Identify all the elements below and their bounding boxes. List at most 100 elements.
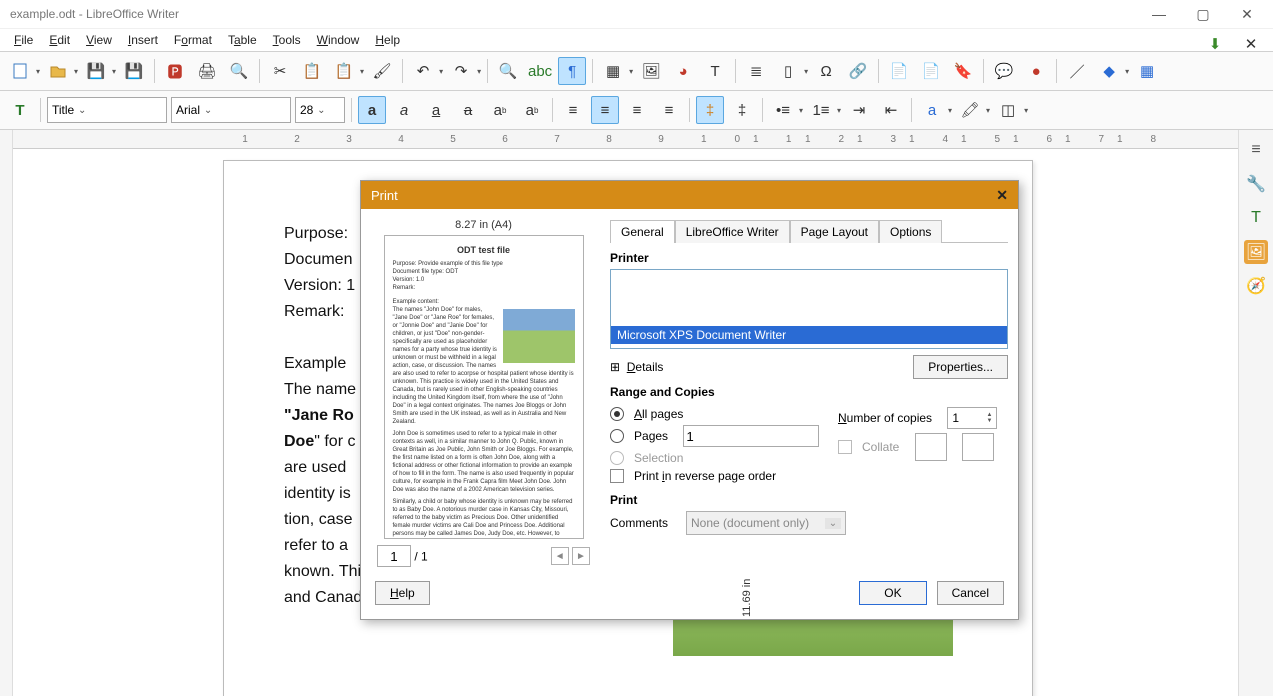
font-name-select[interactable]: Arial⌄ xyxy=(171,97,291,123)
new-drop[interactable]: ▾ xyxy=(36,67,40,76)
superscript-icon[interactable]: ab xyxy=(486,96,514,124)
find-icon[interactable]: 🔍 xyxy=(494,57,522,85)
properties-button[interactable]: Properties... xyxy=(913,355,1008,379)
draw-functions-icon[interactable]: ▦ xyxy=(1133,57,1161,85)
sidebar-navigator-icon[interactable]: 🧭 xyxy=(1244,274,1268,298)
highlight-icon[interactable]: 🖍 xyxy=(956,96,984,124)
field-drop[interactable]: ▾ xyxy=(804,67,808,76)
font-size-select[interactable]: 28⌄ xyxy=(295,97,345,123)
preview-prev-button[interactable]: ◄ xyxy=(551,547,569,565)
sidebar-properties-icon[interactable]: 🔧 xyxy=(1244,172,1268,196)
maximize-button[interactable]: ▢ xyxy=(1181,6,1225,23)
ok-button[interactable]: OK xyxy=(859,581,926,605)
bullet-list-icon[interactable]: •≡ xyxy=(769,96,797,124)
new-icon[interactable] xyxy=(6,57,34,85)
increase-indent-icon[interactable]: ⇥ xyxy=(845,96,873,124)
close-button[interactable]: ✕ xyxy=(1225,6,1269,23)
printer-list[interactable]: Microsoft XPS Document Writer xyxy=(610,269,1008,349)
copies-spinner[interactable]: 1▲▼ xyxy=(947,407,997,429)
radio-pages[interactable] xyxy=(610,429,624,443)
decrease-indent-icon[interactable]: ⇤ xyxy=(877,96,905,124)
menu-window[interactable]: Window xyxy=(309,31,368,49)
tab-page-layout[interactable]: Page Layout xyxy=(790,220,879,243)
font-color-icon[interactable]: a xyxy=(918,96,946,124)
dialog-close-button[interactable]: ✕ xyxy=(996,187,1008,204)
cancel-button[interactable]: Cancel xyxy=(937,581,1004,605)
insert-footnote-icon[interactable]: 📄 xyxy=(885,57,913,85)
open-drop[interactable]: ▾ xyxy=(74,67,78,76)
undo-icon[interactable]: ↶ xyxy=(409,57,437,85)
bold-icon[interactable]: a xyxy=(358,96,386,124)
insert-field-icon[interactable]: ▯ xyxy=(774,57,802,85)
menu-tools[interactable]: Tools xyxy=(265,31,309,49)
preview-next-button[interactable]: ► xyxy=(572,547,590,565)
print-preview-icon[interactable]: 🔍 xyxy=(225,57,253,85)
paste-drop[interactable]: ▾ xyxy=(360,67,364,76)
insert-comment-icon[interactable]: 💬 xyxy=(990,57,1018,85)
line-spacing-icon[interactable]: ‡ xyxy=(696,96,724,124)
undo-drop[interactable]: ▾ xyxy=(439,67,443,76)
bullet-drop[interactable]: ▾ xyxy=(799,106,803,115)
subscript-icon[interactable]: ab xyxy=(518,96,546,124)
paste-icon[interactable]: 📋 xyxy=(330,57,358,85)
clear-drop[interactable]: ▾ xyxy=(1024,106,1028,115)
number-drop[interactable]: ▾ xyxy=(837,106,841,115)
align-center-icon[interactable]: ≡ xyxy=(591,96,619,124)
paragraph-style-select[interactable]: Title⌄ xyxy=(47,97,167,123)
open-icon[interactable] xyxy=(44,57,72,85)
page-number-input[interactable] xyxy=(377,545,411,567)
align-right-icon[interactable]: ≡ xyxy=(623,96,651,124)
formatting-marks-icon[interactable]: ¶ xyxy=(558,57,586,85)
save-drop[interactable]: ▾ xyxy=(112,67,116,76)
tab-options[interactable]: Options xyxy=(879,220,942,243)
underline-icon[interactable]: a xyxy=(422,96,450,124)
table-grid-icon[interactable]: ▦ xyxy=(599,57,627,85)
redo-drop[interactable]: ▾ xyxy=(477,67,481,76)
line-icon[interactable]: ／ xyxy=(1063,57,1091,85)
redo-icon[interactable]: ↷ xyxy=(447,57,475,85)
insert-bookmark-icon[interactable]: 🔖 xyxy=(949,57,977,85)
menu-table[interactable]: Table xyxy=(220,31,265,49)
paragraph-spacing-icon[interactable]: ‡ xyxy=(728,96,756,124)
menu-insert[interactable]: Insert xyxy=(120,31,166,49)
number-list-icon[interactable]: 1≡ xyxy=(807,96,835,124)
basic-shapes-icon[interactable]: ◆ xyxy=(1095,57,1123,85)
insert-image-icon[interactable]: 🖼 xyxy=(637,57,665,85)
shapes-drop[interactable]: ▾ xyxy=(1125,67,1129,76)
insert-symbol-icon[interactable]: Ω xyxy=(812,57,840,85)
details-expander[interactable]: ⊞ Details xyxy=(610,360,663,374)
pages-input[interactable] xyxy=(683,425,819,447)
copy-icon[interactable]: 📋 xyxy=(298,57,326,85)
menu-format[interactable]: Format xyxy=(166,31,220,49)
menu-edit[interactable]: Edit xyxy=(41,31,78,49)
printer-item-selected[interactable]: Microsoft XPS Document Writer xyxy=(611,326,1007,344)
checkbox-reverse[interactable] xyxy=(610,469,624,483)
insert-chart-icon[interactable]: ◕ xyxy=(669,57,697,85)
fontcolor-drop[interactable]: ▾ xyxy=(948,106,952,115)
cut-icon[interactable]: ✂ xyxy=(266,57,294,85)
tab-writer[interactable]: LibreOffice Writer xyxy=(675,220,790,243)
insert-hyperlink-icon[interactable]: 🔗 xyxy=(844,57,872,85)
comments-combobox[interactable]: None (document only)⌄ xyxy=(686,511,846,535)
export-pdf-icon[interactable]: 🅿 xyxy=(161,57,189,85)
clear-formatting-icon[interactable]: ◫ xyxy=(994,96,1022,124)
track-changes-icon[interactable]: ● xyxy=(1022,57,1050,85)
insert-header-icon[interactable]: 📄 xyxy=(917,57,945,85)
table-drop[interactable]: ▾ xyxy=(629,67,633,76)
sidebar-styles-icon[interactable]: T xyxy=(1244,206,1268,230)
align-justify-icon[interactable]: ≡ xyxy=(655,96,683,124)
highlight-drop[interactable]: ▾ xyxy=(986,106,990,115)
menu-view[interactable]: View xyxy=(78,31,120,49)
align-left-icon[interactable]: ≡ xyxy=(559,96,587,124)
menu-file[interactable]: File xyxy=(6,31,41,49)
save-icon[interactable]: 💾 xyxy=(82,57,110,85)
italic-icon[interactable]: a xyxy=(390,96,418,124)
styles-icon[interactable]: T xyxy=(6,96,34,124)
strikethrough-icon[interactable]: a xyxy=(454,96,482,124)
print-icon[interactable]: 🖨 xyxy=(193,57,221,85)
spellcheck-icon[interactable]: abc xyxy=(526,57,554,85)
minimize-button[interactable]: — xyxy=(1137,6,1181,22)
insert-textbox-icon[interactable]: T xyxy=(701,57,729,85)
close-doc-icon[interactable]: ✕ xyxy=(1237,30,1265,58)
sidebar-menu-icon[interactable]: ≡ xyxy=(1244,138,1268,162)
